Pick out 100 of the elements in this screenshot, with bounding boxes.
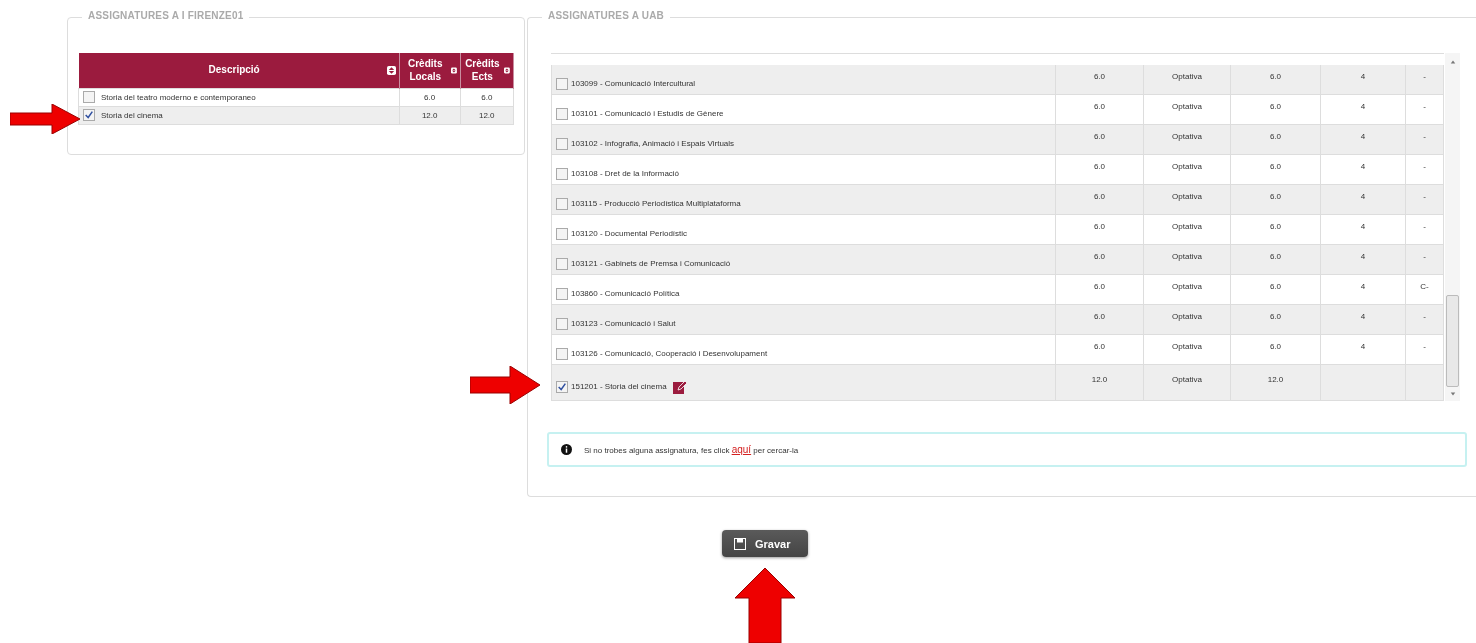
checkbox[interactable]	[556, 227, 568, 240]
table-cell: 103102 - Infografia, Animació i Espais Virtuals	[571, 139, 735, 148]
table-cell: 6.0	[1269, 102, 1282, 111]
checkbox[interactable]	[556, 197, 568, 210]
panel-legend: ASSIGNATURES A UAB	[542, 10, 670, 21]
table-row[interactable]: 103121 - Gabinets de Premsa i Comunicació 6.0 Optativa 6.0 4 -	[551, 245, 1444, 275]
sort-icon[interactable]	[504, 66, 510, 75]
table-cell: 6.0	[1269, 222, 1282, 231]
checkbox[interactable]	[556, 107, 568, 120]
table-cell: 4	[1360, 222, 1366, 231]
table-cell: -	[1423, 132, 1426, 141]
table-cell: -	[1423, 252, 1426, 261]
table-cell: 12.0	[1091, 375, 1108, 384]
table-cell: Optativa	[1172, 72, 1202, 81]
table-cell: -	[1423, 192, 1426, 201]
table-cell: 4	[1360, 342, 1366, 351]
save-button[interactable]: Gravar	[722, 530, 808, 557]
table-cell: 12.0	[421, 111, 438, 120]
table-cell: 103108 - Dret de la Informació	[571, 169, 680, 178]
checkbox[interactable]	[556, 167, 568, 180]
scroll-down-icon[interactable]	[1449, 391, 1456, 397]
table-cell: -	[1423, 162, 1426, 171]
table-cell: 4	[1360, 192, 1366, 201]
checkbox[interactable]	[556, 347, 568, 360]
table-cell: 103121 - Gabinets de Premsa i Comunicació	[571, 259, 731, 268]
table-cell: Storia del teatro moderno e contemporaneo	[101, 93, 256, 102]
table-cell: 4	[1360, 252, 1366, 261]
table-cell: 151201 - Storia del cinema	[571, 382, 667, 391]
column-header[interactable]: Descripció	[208, 64, 260, 77]
table-cell: 103126 - Comunicació, Cooperació i Desenvolupament	[571, 349, 768, 358]
table-cell: 12.0	[478, 111, 495, 120]
table-cell: 6.0	[1093, 102, 1106, 111]
table-cell: 4	[1360, 162, 1366, 171]
checkbox[interactable]	[556, 287, 568, 300]
info-icon	[561, 444, 572, 455]
scrollbar[interactable]	[1445, 53, 1460, 401]
table-cell: 6.0	[1093, 72, 1106, 81]
table-cell: 6.0	[1269, 192, 1282, 201]
table-cell: Optativa	[1172, 162, 1202, 171]
table-cell: -	[1423, 342, 1426, 351]
table-cell: 4	[1360, 312, 1366, 321]
arrow-icon	[10, 104, 80, 134]
table-cell: 103115 - Producció Periodística Multiplataforma	[571, 199, 741, 208]
table-cell: Optativa	[1172, 342, 1202, 351]
table-cell: 6.0	[1093, 312, 1106, 321]
table-cell: Optativa	[1172, 102, 1202, 111]
table-cell: Optativa	[1172, 222, 1202, 231]
table-cell: 6.0	[1269, 132, 1282, 141]
scroll-up-icon[interactable]	[1449, 59, 1456, 65]
table-cell: 6.0	[1269, 72, 1282, 81]
table-cell: -	[1423, 312, 1426, 321]
table-cell: 6.0	[1093, 162, 1106, 171]
checkbox[interactable]	[556, 77, 568, 90]
table-row[interactable]: 103099 - Comunicació Intercultural 6.0 Optativa 6.0 4 -	[551, 65, 1444, 95]
table-cell: 103120 - Documental Periodístic	[571, 229, 688, 238]
table-cell: 6.0	[1093, 192, 1106, 201]
arrow-icon	[470, 366, 540, 404]
table-row[interactable]: 103102 - Infografia, Animació i Espais Virtuals 6.0 Optativa 6.0 4 -	[551, 125, 1444, 155]
table-cell: 6.0	[1093, 222, 1106, 231]
table-cell: 6.0	[424, 93, 436, 102]
table-cell: 4	[1360, 72, 1366, 81]
table-cell: 4	[1360, 132, 1366, 141]
table-cell: C-	[1420, 282, 1429, 291]
info-message: Si no trobes alguna assignatura, fes click aquí per cercar-la	[584, 444, 799, 455]
table-cell: Optativa	[1172, 192, 1202, 201]
table-cell: 103860 - Comunicació Política	[571, 289, 680, 298]
table-cell: 103099 - Comunicació Intercultural	[571, 79, 696, 88]
edit-icon[interactable]	[672, 379, 687, 394]
table-cell: 6.0	[1269, 162, 1282, 171]
checkbox[interactable]	[83, 108, 95, 121]
table-cell: 6.0	[1093, 132, 1106, 141]
table-cell: 6.0	[1269, 282, 1282, 291]
table-cell: 6.0	[1269, 252, 1282, 261]
checkbox[interactable]	[556, 137, 568, 150]
table-cell: Optativa	[1172, 132, 1202, 141]
sort-icon[interactable]	[386, 66, 396, 75]
checkbox[interactable]	[556, 380, 568, 393]
table-row[interactable]: 103115 - Producció Periodística Multiplataforma 6.0 Optativa 6.0 4 -	[551, 185, 1444, 215]
table-cell: Optativa	[1172, 252, 1202, 261]
table-cell: 6.0	[1093, 282, 1106, 291]
table-cell: 6.0	[481, 93, 493, 102]
checkbox[interactable]	[556, 317, 568, 330]
table-cell: Optativa	[1172, 375, 1202, 384]
table-cell: Storia del cinema	[101, 111, 163, 120]
table-cell: 6.0	[1093, 252, 1106, 261]
table-cell: -	[1423, 72, 1426, 81]
table-cell: 4	[1360, 102, 1366, 111]
checkbox[interactable]	[556, 257, 568, 270]
checkbox[interactable]	[83, 90, 95, 103]
sort-icon[interactable]	[450, 66, 457, 75]
scroll-thumb[interactable]	[1446, 295, 1459, 387]
table-cell: -	[1423, 102, 1426, 111]
table-cell: Optativa	[1172, 312, 1202, 321]
arrow-icon	[735, 568, 795, 643]
table-cell: -	[1423, 222, 1426, 231]
table-cell: 6.0	[1269, 312, 1282, 321]
table-cell: 12.0	[1267, 375, 1284, 384]
table-row[interactable]: 103123 - Comunicació i Salut 6.0 Optativa 6.0 4 -	[551, 305, 1444, 335]
table-cell: 103101 - Comunicació i Estudis de Gènere	[571, 109, 724, 118]
search-link[interactable]: aquí	[731, 444, 752, 455]
